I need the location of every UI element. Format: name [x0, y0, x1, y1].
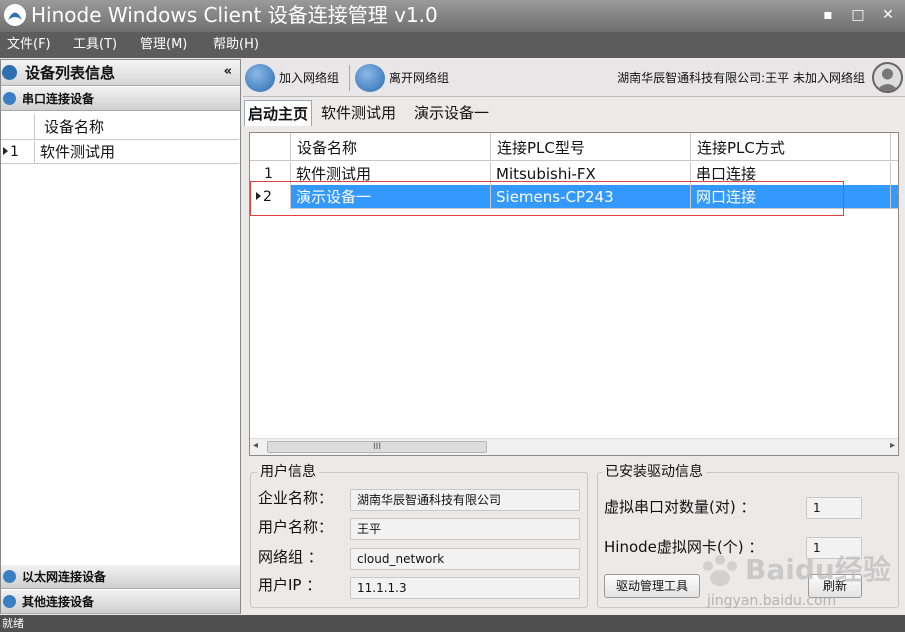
cell-extra[interactable]: [890, 162, 898, 186]
watermark-brand: Baidu经验: [745, 553, 891, 586]
minimize-button[interactable]: ▪: [818, 6, 838, 24]
section-serial-label: 串口连接设备: [22, 92, 95, 106]
company-field[interactable]: 湖南华辰智通科技有限公司: [350, 489, 580, 511]
menu-bar: 文件(F) 工具(T) 管理(M) 帮助(H): [0, 32, 905, 58]
avatar[interactable]: [872, 62, 903, 93]
device-list-panel: 设备列表信息 « 串口连接设备 设备名称 1 软件测试用 以太网连接设备 其他连…: [0, 59, 241, 614]
scroll-thumb[interactable]: III: [267, 441, 487, 453]
cell-device-name[interactable]: 演示设备一: [290, 185, 490, 209]
left-grid-row[interactable]: 1 软件测试用: [1, 141, 239, 164]
globe-icon: [2, 65, 17, 80]
tab-strip: 启动主页 软件测试用 演示设备一: [244, 100, 905, 126]
user-field[interactable]: 王平: [350, 518, 580, 540]
row-header: 1: [1, 141, 34, 164]
leave-network-icon: [355, 64, 385, 92]
grid-header-row: 设备名称 连接PLC型号 连接PLC方式: [250, 133, 898, 161]
col-plc-model[interactable]: 连接PLC型号: [490, 133, 690, 161]
row-header: 2: [250, 185, 290, 209]
menu-manage[interactable]: 管理(M): [140, 37, 187, 53]
tab-home[interactable]: 启动主页: [244, 100, 313, 126]
cell-extra[interactable]: 1: [890, 185, 898, 209]
cell-plc-mode[interactable]: 网口连接: [690, 185, 890, 209]
app-window: Hinode Windows Client 设备连接管理 v1.0 ▪ □ ✕ …: [0, 0, 905, 632]
device-grid: 设备名称 连接PLC型号 连接PLC方式 1 软件测试用 Mitsubishi-…: [249, 132, 899, 456]
scroll-left-icon[interactable]: ◂: [253, 440, 258, 451]
col-device-name[interactable]: 设备名称: [290, 133, 490, 161]
ethernet-icon: [3, 570, 16, 583]
user-info-title: 用户信息: [257, 463, 319, 481]
join-network-icon: [245, 64, 275, 92]
driver-tool-button[interactable]: 驱动管理工具: [604, 574, 700, 598]
ip-label: 用户IP ：: [258, 576, 322, 594]
device-list-header: 设备列表信息 «: [1, 60, 240, 86]
left-grid-cell-name[interactable]: 软件测试用: [34, 141, 239, 164]
row-index: 1: [250, 162, 290, 186]
cell-plc-model[interactable]: Siemens-CP243: [490, 185, 690, 209]
toolbar: 加入网络组 离开网络组 湖南华辰智通科技有限公司:王平 未加入网络组: [243, 59, 905, 97]
driver-info-title: 已安装驱动信息: [602, 463, 706, 481]
collapse-panel-button[interactable]: «: [224, 64, 232, 80]
leave-group-label: 离开网络组: [389, 71, 450, 85]
serial-pairs-field[interactable]: 1: [806, 497, 862, 519]
company-status: 湖南华辰智通科技有限公司:王平 未加入网络组: [617, 71, 865, 85]
join-group-label: 加入网络组: [279, 71, 340, 85]
cell-plc-model[interactable]: Mitsubishi-FX: [490, 162, 690, 186]
ip-field[interactable]: 11.1.1.3: [350, 577, 580, 599]
app-logo-icon: [4, 4, 26, 26]
menu-file[interactable]: 文件(F): [7, 37, 51, 53]
scroll-right-icon[interactable]: ▸: [890, 440, 895, 451]
group-label: 网络组 ：: [258, 548, 323, 566]
maximize-button[interactable]: □: [848, 6, 868, 24]
leave-group-button[interactable]: 离开网络组: [355, 63, 455, 93]
horizontal-scrollbar[interactable]: ◂ III ▸: [250, 438, 898, 455]
toolbar-separator: [349, 65, 350, 91]
cell-plc-mode[interactable]: 串口连接: [690, 162, 890, 186]
window-title: Hinode Windows Client 设备连接管理 v1.0: [31, 3, 438, 27]
table-row-selected[interactable]: 2 演示设备一 Siemens-CP243 网口连接 1: [250, 185, 898, 209]
other-devices-icon: [3, 595, 16, 608]
menu-help[interactable]: 帮助(H): [213, 37, 259, 53]
tab-software-test[interactable]: 软件测试用: [318, 100, 399, 126]
group-field[interactable]: cloud_network: [350, 548, 580, 570]
section-ethernet-label: 以太网连接设备: [22, 570, 107, 584]
user-label: 用户名称：: [258, 518, 334, 536]
row-pointer-icon: [256, 192, 261, 200]
close-button[interactable]: ✕: [878, 6, 898, 24]
section-serial-devices[interactable]: 串口连接设备: [1, 87, 240, 111]
section-ethernet-devices[interactable]: 以太网连接设备: [1, 565, 240, 589]
serial-pairs-label: 虚拟串口对数量(对) ：: [604, 498, 756, 516]
section-other-label: 其他连接设备: [22, 595, 95, 609]
cell-device-name[interactable]: 软件测试用: [290, 162, 490, 186]
user-icon: [876, 68, 899, 91]
row-pointer-icon: [3, 147, 8, 155]
status-text: 就绪: [2, 617, 24, 630]
title-bar: Hinode Windows Client 设备连接管理 v1.0 ▪ □ ✕: [0, 0, 905, 32]
row-index: 1: [10, 144, 19, 160]
status-bar: 就绪: [0, 615, 905, 632]
left-grid-column-name[interactable]: 设备名称: [34, 114, 239, 140]
table-row[interactable]: 1 软件测试用 Mitsubishi-FX 串口连接: [250, 162, 898, 186]
left-grid-header: 设备名称: [1, 114, 239, 140]
row-index: 2: [263, 189, 272, 205]
serial-port-icon: [3, 92, 16, 105]
watermark-url: jingyan.baidu.com: [707, 593, 837, 609]
tab-demo-device[interactable]: 演示设备一: [411, 100, 492, 126]
menu-tools[interactable]: 工具(T): [73, 37, 117, 53]
join-group-button[interactable]: 加入网络组: [245, 63, 345, 93]
company-label: 企业名称：: [258, 489, 334, 507]
section-other-devices[interactable]: 其他连接设备: [1, 590, 240, 614]
device-list-title: 设备列表信息: [25, 64, 116, 82]
col-plc-mode[interactable]: 连接PLC方式: [690, 133, 890, 161]
col-extra[interactable]: [890, 133, 898, 161]
